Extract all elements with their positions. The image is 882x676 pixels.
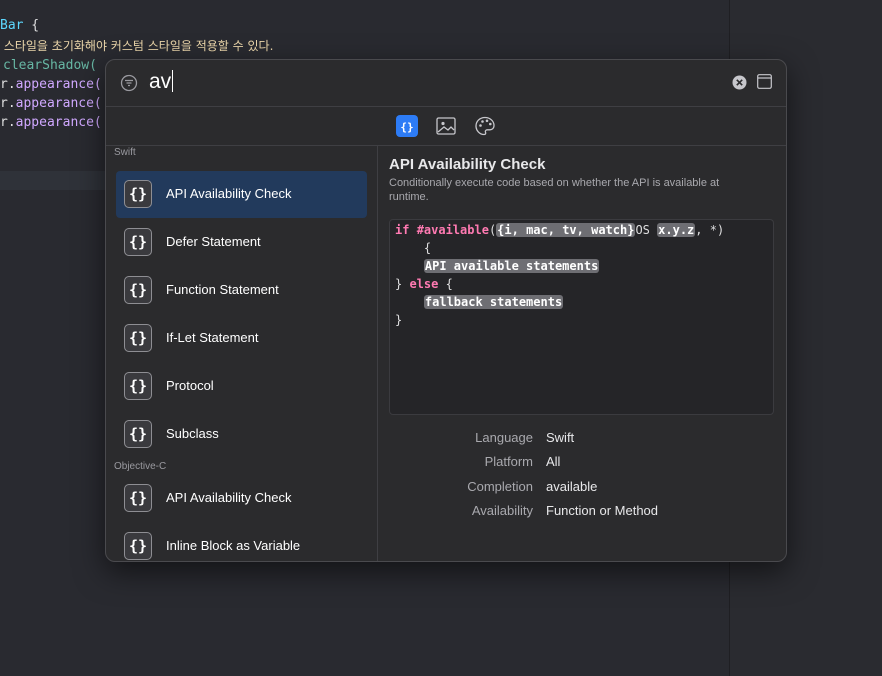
method-call: appearance( bbox=[15, 77, 102, 92]
keyword: if bbox=[395, 223, 410, 237]
code-line: } else { bbox=[395, 276, 453, 293]
code-text: OS bbox=[635, 223, 658, 237]
snippet-detail: API Availability Check Conditionally exe… bbox=[378, 146, 786, 561]
section-title-objective-c: Objective-C bbox=[114, 461, 167, 472]
type-name: Bar bbox=[0, 18, 24, 33]
list-item[interactable]: {} Protocol bbox=[116, 363, 367, 410]
snippet-title: API Availability Check bbox=[389, 156, 546, 173]
placeholder-token[interactable]: fallback statements bbox=[423, 295, 564, 309]
meta-value: Swift bbox=[546, 430, 575, 445]
meta-platform: Platform All bbox=[378, 454, 778, 474]
list-item[interactable]: {} Subclass bbox=[116, 411, 367, 458]
placeholder-token[interactable]: API available statements bbox=[423, 259, 600, 273]
search-input[interactable]: av bbox=[149, 70, 174, 94]
code-line: clearShadow( bbox=[0, 56, 97, 75]
code-text: } bbox=[395, 277, 410, 291]
list-item[interactable]: {} API Availability Check bbox=[116, 171, 367, 218]
code-comment: 스타일을 초기화해야 커스텀 스타일을 적용할 수 있다. bbox=[0, 39, 274, 53]
list-item[interactable]: {} If-Let Statement bbox=[116, 315, 367, 362]
method-call: appearance( bbox=[15, 96, 102, 111]
list-item-label: Protocol bbox=[166, 378, 214, 393]
list-item-label: API Availability Check bbox=[166, 186, 292, 201]
meta-value: Function or Method bbox=[546, 503, 659, 518]
code-line: r.appearance( bbox=[0, 94, 102, 113]
list-item[interactable]: {} Defer Statement bbox=[116, 219, 367, 266]
text-caret bbox=[172, 70, 174, 92]
list-item[interactable]: {} API Availability Check bbox=[116, 475, 367, 522]
section-title-swift: Swift bbox=[114, 147, 136, 158]
keyword: #available bbox=[416, 223, 489, 237]
library-popup: av {} Swift {} API Availability Check {}… bbox=[105, 59, 787, 562]
braces-icon: {} bbox=[124, 532, 152, 560]
keyword: else bbox=[409, 277, 439, 291]
list-item-label: If-Let Statement bbox=[166, 330, 259, 345]
code-line: } bbox=[395, 312, 402, 329]
meta-language: Language Swift bbox=[378, 430, 778, 450]
function-call: clearShadow( bbox=[3, 58, 97, 73]
list-item-label: Subclass bbox=[166, 426, 219, 441]
search-query: av bbox=[149, 70, 172, 93]
code-line: r.appearance( bbox=[0, 75, 102, 94]
filter-icon[interactable] bbox=[120, 74, 138, 92]
code-line: fallback statements bbox=[395, 294, 564, 311]
meta-key: Availability bbox=[471, 503, 533, 518]
sidebar-layout-icon[interactable] bbox=[757, 74, 772, 89]
braces-icon: {} bbox=[124, 276, 152, 304]
code-prefix: r. bbox=[0, 115, 16, 130]
code-text: } bbox=[395, 313, 403, 327]
braces-icon: {} bbox=[124, 420, 152, 448]
code-text: { bbox=[438, 277, 453, 291]
code-line: { bbox=[395, 240, 431, 257]
list-item-label: API Availability Check bbox=[166, 490, 292, 505]
meta-availability: Availability Function or Method bbox=[378, 503, 778, 523]
meta-value: available bbox=[546, 479, 598, 494]
tab-colors[interactable] bbox=[474, 115, 496, 137]
braces-icon: {} bbox=[400, 121, 413, 134]
list-item-label: Function Statement bbox=[166, 282, 279, 297]
braces-icon: {} bbox=[124, 180, 152, 208]
palette-icon bbox=[475, 116, 495, 136]
code-line: if #available({i, mac, tv, watch}OS x.y.… bbox=[395, 222, 724, 239]
snippet-list[interactable]: Swift {} API Availability Check {} Defer… bbox=[106, 146, 378, 561]
image-icon bbox=[436, 117, 456, 135]
braces-icon: {} bbox=[124, 228, 152, 256]
clear-icon[interactable] bbox=[732, 75, 747, 90]
list-item-label: Inline Block as Variable bbox=[166, 538, 301, 553]
code-text: , *) bbox=[695, 223, 725, 237]
list-item[interactable]: {} Inline Block as Variable bbox=[116, 523, 367, 561]
code-line: Bar { bbox=[0, 16, 39, 35]
method-call: appearance( bbox=[15, 115, 102, 130]
meta-value: All bbox=[546, 454, 561, 469]
braces-icon: {} bbox=[124, 484, 152, 512]
code-prefix: r. bbox=[0, 96, 16, 111]
placeholder-token[interactable]: x.y.z bbox=[657, 223, 696, 237]
snippet-code-preview: if #available({i, mac, tv, watch}OS x.y.… bbox=[389, 219, 774, 415]
placeholder-token[interactable]: {i, mac, tv, watch} bbox=[496, 223, 636, 237]
tab-code-snippets[interactable]: {} bbox=[396, 115, 418, 137]
code-prefix: r. bbox=[0, 77, 16, 92]
code-line: r.appearance( bbox=[0, 113, 102, 132]
braces-icon: {} bbox=[124, 372, 152, 400]
meta-key: Platform bbox=[484, 454, 533, 469]
braces-icon: {} bbox=[124, 324, 152, 352]
library-tabs: {} bbox=[106, 107, 786, 146]
meta-key: Completion bbox=[467, 479, 533, 494]
search-bar: av bbox=[106, 60, 786, 107]
snippet-description: Conditionally execute code based on whet… bbox=[389, 177, 720, 203]
code-text: { bbox=[395, 241, 432, 255]
list-item[interactable]: {} Function Statement bbox=[116, 267, 367, 314]
code-line: 스타일을 초기화해야 커스텀 스타일을 적용할 수 있다. bbox=[0, 36, 274, 56]
tab-media[interactable] bbox=[435, 115, 457, 137]
code-line: API available statements bbox=[395, 258, 600, 275]
meta-completion: Completion available bbox=[378, 479, 778, 499]
svg-text:{}: {} bbox=[400, 121, 413, 134]
list-item-label: Defer Statement bbox=[166, 234, 261, 249]
brace: { bbox=[23, 18, 40, 33]
meta-key: Language bbox=[475, 430, 533, 445]
